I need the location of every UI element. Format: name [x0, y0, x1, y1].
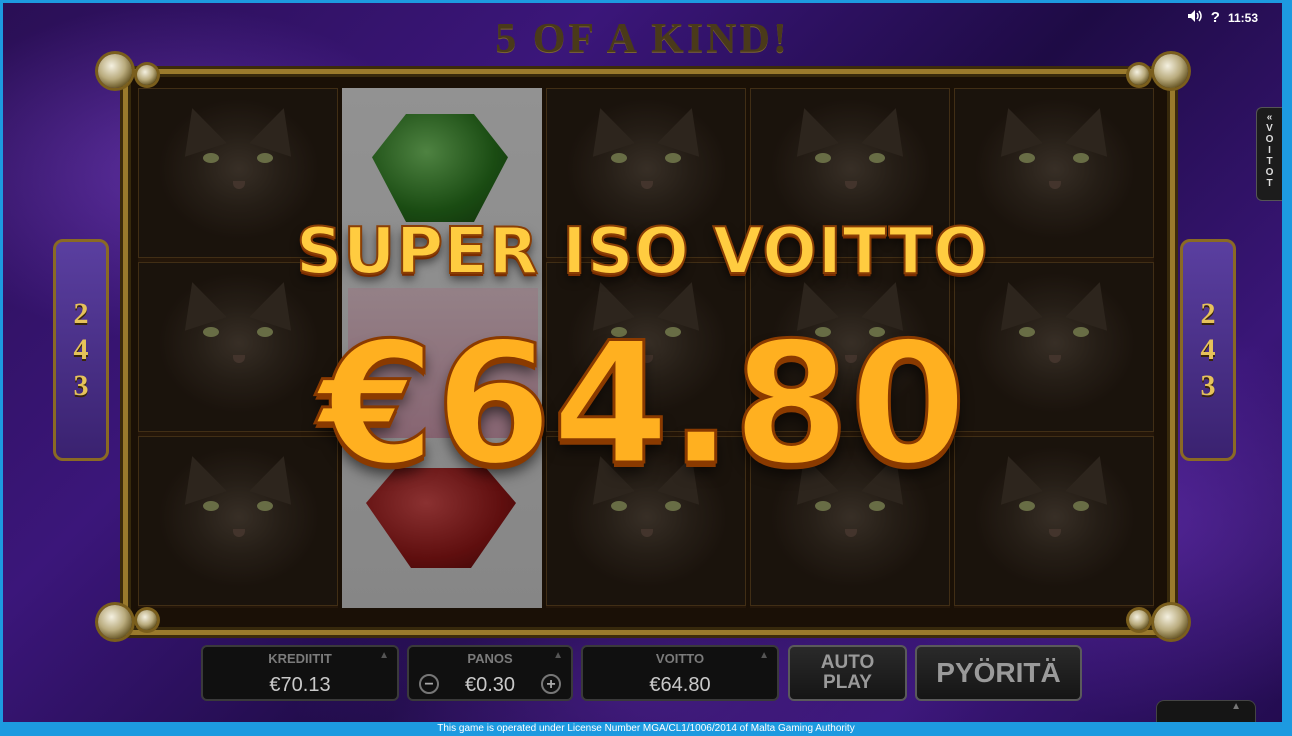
license-footer: This game is operated under License Numb… — [437, 723, 855, 734]
bet-label: PANOS — [467, 651, 513, 666]
rivet-icon — [98, 605, 132, 639]
autoplay-button[interactable]: AUTO PLAY — [788, 645, 907, 701]
caret-up-icon: ▲ — [759, 650, 769, 661]
rivet-icon — [98, 54, 132, 88]
game-stage: 5 OF A KIND! ? 11:53 « V O I T O T 2 4 3… — [3, 3, 1282, 722]
caret-up-icon: ▲ — [379, 650, 389, 661]
green-gem-symbol — [372, 114, 508, 222]
caret-up-icon: ▲ — [1231, 701, 1241, 712]
rivet-icon — [1129, 65, 1149, 85]
win-label: VOITTO — [655, 651, 705, 666]
caret-up-icon: ▲ — [553, 650, 563, 661]
wins-side-tab[interactable]: « V O I T O T — [1256, 107, 1282, 201]
status-bar: ? 11:53 — [1187, 9, 1258, 26]
rivet-icon — [1154, 54, 1188, 88]
double-chevron-left-icon: « — [1266, 112, 1273, 123]
clock: 11:53 — [1227, 10, 1258, 25]
win-panel: VOITTO ▲ €64.80 — [581, 645, 779, 701]
spin-button[interactable]: PYÖRITÄ — [915, 645, 1082, 701]
big-win-title: SUPER ISO VOITTO — [295, 214, 989, 290]
win-type-title: 5 OF A KIND! — [495, 16, 790, 62]
bet-panel: PANOS ▲ − €0.30 + — [407, 645, 573, 701]
win-value: €64.80 — [649, 674, 711, 696]
rivet-icon — [1129, 610, 1149, 630]
credits-value: €70.13 — [269, 674, 331, 696]
bet-increase-button[interactable]: + — [541, 674, 561, 694]
rivet-icon — [1154, 605, 1188, 639]
rivet-icon — [137, 65, 157, 85]
speaker-icon[interactable] — [1187, 9, 1203, 26]
rivet-icon — [137, 610, 157, 630]
credits-label: KREDIITIT — [268, 651, 332, 666]
menu-tab[interactable]: ▲ — [1156, 700, 1256, 722]
credits-panel: KREDIITIT ▲ €70.13 — [201, 645, 399, 701]
help-button[interactable]: ? — [1211, 9, 1220, 26]
big-win-amount: €64.80 — [317, 306, 968, 502]
